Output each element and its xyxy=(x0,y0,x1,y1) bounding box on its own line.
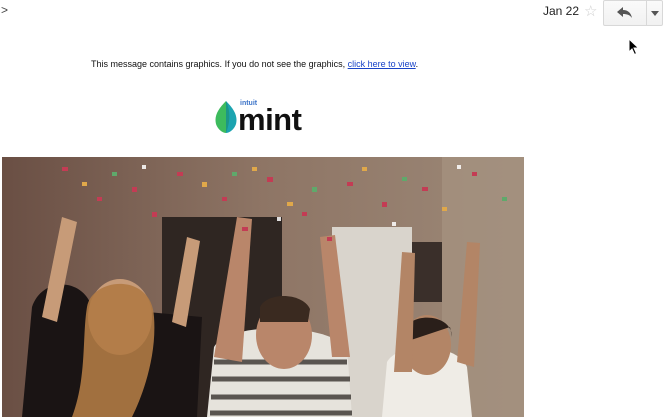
mint-leaf-icon xyxy=(215,101,237,133)
graphics-notice-text: This message contains graphics. If you d… xyxy=(91,59,348,69)
reply-button[interactable] xyxy=(604,1,646,25)
mouse-cursor-icon xyxy=(628,38,640,56)
mint-wordmark: mint xyxy=(238,102,302,137)
mint-logo[interactable]: intuit mint xyxy=(213,98,313,138)
star-icon[interactable]: ☆ xyxy=(584,2,597,20)
graphics-notice: This message contains graphics. If you d… xyxy=(91,59,418,69)
view-graphics-link[interactable]: click here to view xyxy=(348,59,416,69)
graphics-notice-suffix: . xyxy=(415,59,419,69)
chevron-down-icon xyxy=(651,11,659,16)
sender-text: > xyxy=(1,3,9,17)
message-header: > Jan 22 ☆ xyxy=(0,0,672,56)
confetti-photo-illustration xyxy=(2,157,524,417)
more-options-button[interactable] xyxy=(647,1,663,25)
message-date: Jan 22 xyxy=(543,4,580,18)
reply-button-group xyxy=(603,0,663,26)
hero-photo[interactable] xyxy=(2,157,524,417)
reply-icon xyxy=(617,7,632,18)
